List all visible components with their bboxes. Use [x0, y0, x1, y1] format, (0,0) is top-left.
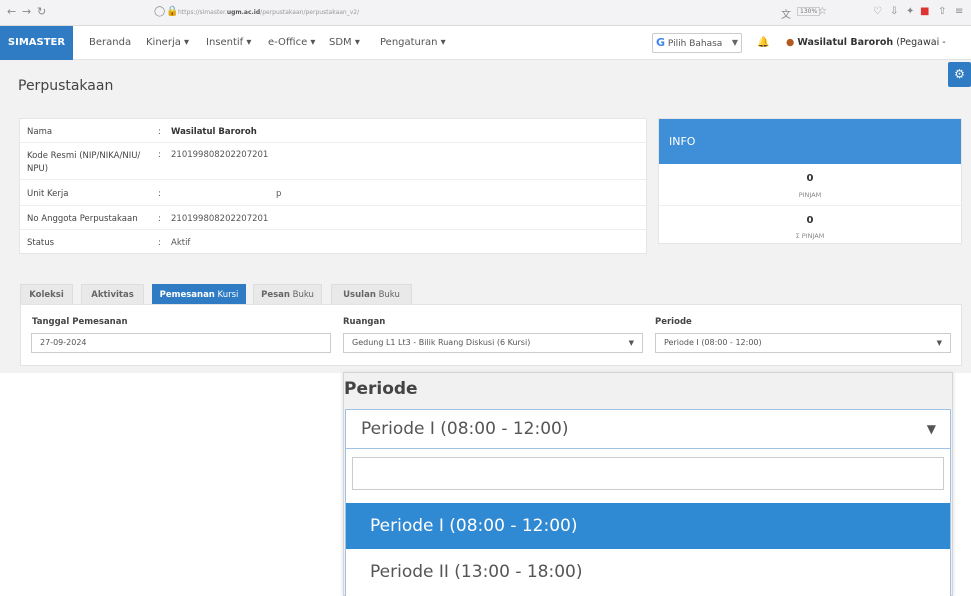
app-navbar: SIMASTER Beranda Kinerja ▾ Insentif ▾ e-…: [0, 26, 971, 82]
back-icon[interactable]: ←: [7, 5, 16, 18]
chevron-down-icon: ▼: [731, 38, 738, 47]
profile-label: Unit Kerja: [27, 189, 69, 199]
menu-icon[interactable]: ≡: [955, 6, 963, 17]
date-value: 27-09-2024: [40, 338, 87, 347]
menu-e-office[interactable]: e-Office ▾: [268, 26, 315, 60]
url-path: /perpustakaan/perpustakaan_v2/: [260, 9, 360, 16]
lock-icon: 🔒: [166, 6, 179, 17]
profile-row: Unit Kerja : p: [20, 180, 646, 206]
shield-icon: ◯: [154, 6, 166, 17]
menu-beranda[interactable]: Beranda: [89, 26, 131, 60]
profile-value: p: [276, 189, 282, 199]
brand-logo[interactable]: SIMASTER: [0, 26, 73, 60]
caret-down-icon: ▼: [936, 339, 942, 347]
language-label: Pilih Bahasa: [667, 39, 723, 49]
pocket-icon[interactable]: ♡: [873, 6, 882, 17]
profile-separator: :: [158, 214, 161, 224]
pinjam-count: 0: [806, 173, 814, 184]
address-bar[interactable]: https://simaster.ugm.ac.id/perpustakaan/…: [178, 4, 508, 21]
total-pinjam-count: 0: [806, 215, 814, 226]
period-label: Periode: [655, 317, 692, 327]
profile-row: No Anggota Perpustakaan : 21019980820220…: [20, 206, 646, 230]
menu-sdm[interactable]: SDM ▾: [329, 26, 360, 60]
date-input[interactable]: 27-09-2024: [31, 333, 331, 353]
period-value: Periode I (08:00 - 12:00): [664, 338, 762, 347]
gear-icon: ⚙: [954, 67, 965, 81]
period-option-2[interactable]: Periode II (13:00 - 18:00): [346, 549, 950, 595]
tab-aktivitas[interactable]: Aktivitas: [81, 284, 144, 304]
user-name: Wasilatul Baroroh: [797, 37, 894, 48]
extension-icon[interactable]: ✦: [906, 6, 914, 17]
share-icon[interactable]: ⇧: [938, 6, 946, 17]
profile-row: Kode Resmi (NIP/NIKA/NIU/ NPU) : 2101998…: [20, 143, 646, 180]
page-header: Perpustakaan: [0, 60, 971, 108]
caret-down-icon: ▼: [926, 422, 936, 436]
room-value: Gedung L1 Lt3 - Bilik Ruang Diskusi (6 K…: [352, 338, 531, 347]
date-label: Tanggal Pemesanan: [32, 317, 128, 327]
language-select[interactable]: G Pilih Bahasa ▼: [652, 33, 742, 53]
adblock-icon[interactable]: ■: [920, 6, 929, 17]
browser-toolbar: ← → ↻ ◯ 🔒 https://simaster.ugm.ac.id/per…: [0, 0, 971, 26]
room-label: Ruangan: [343, 317, 386, 327]
tab-pemesanan-kursi[interactable]: Pemesanan Kursi: [152, 284, 246, 304]
url-domain: ugm.ac.id: [226, 9, 261, 16]
profile-separator: :: [158, 238, 161, 248]
period-select[interactable]: Periode I (08:00 - 12:00) ▼: [655, 333, 951, 353]
caret-down-icon: ▼: [628, 339, 634, 347]
reload-icon[interactable]: ↻: [37, 5, 46, 18]
menu-kinerja[interactable]: Kinerja ▾: [146, 26, 189, 60]
info-title: INFO: [659, 119, 961, 164]
period-search-input[interactable]: [352, 457, 944, 490]
pinjam-label: PINJAM: [798, 191, 822, 199]
tab-pesan-buku[interactable]: Pesan Buku: [253, 284, 322, 304]
total-pinjam-label: Σ PINJAM: [795, 232, 825, 240]
profile-panel: Nama : Wasilatul Baroroh Kode Resmi (NIP…: [19, 118, 647, 254]
room-select[interactable]: Gedung L1 Lt3 - Bilik Ruang Diskusi (6 K…: [343, 333, 643, 353]
profile-row: Nama : Wasilatul Baroroh: [20, 119, 646, 143]
profile-value: Aktif: [171, 238, 191, 248]
profile-label: Nama: [27, 127, 53, 137]
menu-insentif[interactable]: Insentif ▾: [206, 26, 251, 60]
profile-label: No Anggota Perpustakaan: [27, 214, 138, 224]
period-option-1[interactable]: Periode I (08:00 - 12:00): [346, 503, 950, 549]
download-icon[interactable]: ⇩: [890, 6, 898, 17]
notification-bell-icon[interactable]: 🔔: [757, 37, 769, 48]
url-prefix: https://simaster.: [178, 9, 227, 16]
star-icon[interactable]: ☆: [818, 6, 827, 17]
google-icon: G: [656, 36, 666, 49]
profile-value: 210199808202207201: [171, 214, 269, 224]
zoom-period-label: Periode: [344, 379, 418, 399]
profile-value: Wasilatul Baroroh: [171, 127, 257, 137]
tab-koleksi[interactable]: Koleksi: [20, 284, 73, 304]
menu-pengaturan[interactable]: Pengaturan ▾: [380, 26, 446, 60]
zoom-level[interactable]: 130%: [797, 7, 821, 16]
period-options-list: Periode I (08:00 - 12:00) Periode II (13…: [345, 449, 951, 596]
profile-separator: :: [158, 189, 161, 199]
settings-gear-button[interactable]: ⚙: [948, 62, 971, 87]
profile-value: 210199808202207201: [171, 150, 269, 160]
info-panel: INFO 0 PINJAM 0 Σ PINJAM: [658, 118, 962, 244]
period-dropdown-zoom: Periode Periode I (08:00 - 12:00) ▼ Peri…: [343, 372, 953, 596]
profile-label: Kode Resmi (NIP/NIKA/NIU/ NPU): [27, 151, 141, 174]
profile-separator: :: [158, 150, 161, 160]
forward-icon[interactable]: →: [22, 5, 31, 18]
profile-label: Status: [27, 238, 55, 248]
zoom-period-select[interactable]: Periode I (08:00 - 12:00) ▼: [345, 409, 951, 449]
user-avatar-icon: ●: [786, 37, 795, 48]
divider: [659, 205, 961, 206]
user-menu[interactable]: ● Wasilatul Baroroh (Pegawai - 104962): [786, 26, 971, 82]
tab-usulan-buku[interactable]: Usulan Buku: [331, 284, 412, 304]
page-title: Perpustakaan: [18, 78, 114, 94]
profile-row: Status : Aktif: [20, 230, 646, 254]
translate-icon[interactable]: 文: [781, 6, 791, 21]
zoom-period-selected: Periode I (08:00 - 12:00): [361, 419, 569, 439]
profile-separator: :: [158, 127, 161, 137]
